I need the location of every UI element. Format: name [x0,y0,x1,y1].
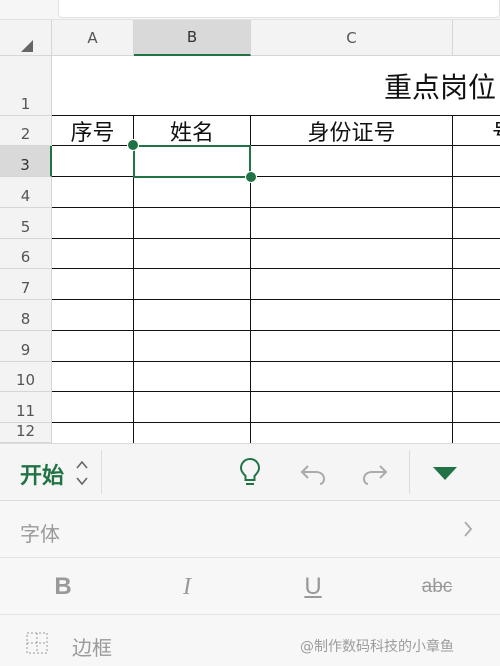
row-header-1[interactable]: 1 [0,56,52,116]
font-row[interactable] [0,501,500,558]
cell-a4[interactable] [52,177,134,208]
bold-button[interactable]: B [38,570,88,604]
title-cell[interactable]: 重点岗位 [52,56,500,116]
toolbar-divider [101,450,102,494]
cell-b4[interactable] [134,177,251,208]
cell-c12[interactable] [251,423,453,443]
cell-c3[interactable] [251,146,453,177]
cell-a5[interactable] [52,208,134,239]
column-header-d[interactable] [453,20,500,56]
row-header-5[interactable]: 5 [0,208,52,239]
collapse-panel-icon[interactable] [430,464,460,482]
cell-d6[interactable] [453,239,500,269]
cell-a2[interactable]: 序号 [52,116,134,146]
row-header-12[interactable]: 12 [0,423,52,443]
column-header-b[interactable]: B [134,20,251,56]
cell-a3[interactable] [52,146,134,177]
row-header-3[interactable]: 3 [0,146,52,177]
cell-a11[interactable] [52,392,134,423]
cell-c11[interactable] [251,392,453,423]
toolbar-divider [409,450,410,494]
row-header-11[interactable]: 11 [0,392,52,423]
selected-cell-b3[interactable] [133,145,251,178]
row-header-9[interactable]: 9 [0,331,52,362]
ribbon-tab-selector[interactable]: 开始 [20,458,64,490]
cell-d3[interactable] [453,146,500,177]
column-header-c[interactable]: C [251,20,453,56]
font-section-label: 字体 [20,522,60,546]
cell-d2[interactable]: 号 [453,116,500,146]
undo-icon[interactable] [298,458,328,486]
italic-button[interactable]: I [162,570,212,604]
cell-b11[interactable] [134,392,251,423]
cell-a10[interactable] [52,362,134,392]
cell-b7[interactable] [134,269,251,300]
cell-b12[interactable] [134,423,251,443]
cell-b8[interactable] [134,300,251,331]
cell-d10[interactable] [453,362,500,392]
cell-a8[interactable] [52,300,134,331]
cell-c10[interactable] [251,362,453,392]
row-header-6[interactable]: 6 [0,239,52,269]
row-header-4[interactable]: 4 [0,177,52,208]
cell-d9[interactable] [453,331,500,362]
cell-d8[interactable] [453,300,500,331]
row-header-10[interactable]: 10 [0,362,52,392]
cell-a12[interactable] [52,423,134,443]
border-section-label: 边框 [72,636,112,660]
underline-button[interactable]: U [288,570,338,604]
cell-d7[interactable] [453,269,500,300]
chevron-right-icon[interactable] [460,518,476,540]
tab-switch-chevron-icon[interactable] [74,458,90,488]
row-header-8[interactable]: 8 [0,300,52,331]
cell-d4[interactable] [453,177,500,208]
cell-b6[interactable] [134,239,251,269]
select-all-triangle-icon [21,40,33,52]
selection-handle-bottom-right[interactable] [245,171,257,183]
cell-c7[interactable] [251,269,453,300]
cell-c2[interactable]: 身份证号 [251,116,453,146]
cell-d11[interactable] [453,392,500,423]
row-header-7[interactable]: 7 [0,269,52,300]
cell-a9[interactable] [52,331,134,362]
lightbulb-icon[interactable] [236,456,264,488]
formula-input[interactable] [58,0,500,18]
cell-d5[interactable] [453,208,500,239]
cell-c6[interactable] [251,239,453,269]
watermark-text: @制作数码科技的小章鱼 [300,639,454,655]
cell-a6[interactable] [52,239,134,269]
formula-bar[interactable] [0,0,500,20]
border-grid-icon [26,632,48,654]
cell-b10[interactable] [134,362,251,392]
cell-c9[interactable] [251,331,453,362]
strikethrough-button[interactable]: abc [412,570,462,604]
cell-d12[interactable] [453,423,500,443]
cell-d2-text: 号 [492,116,500,146]
cell-b9[interactable] [134,331,251,362]
redo-icon[interactable] [360,458,390,486]
cell-b5[interactable] [134,208,251,239]
selection-handle-top-left[interactable] [127,139,139,151]
cell-c8[interactable] [251,300,453,331]
cell-c4[interactable] [251,177,453,208]
row-header-2[interactable]: 2 [0,116,52,146]
column-header-a[interactable]: A [52,20,134,56]
select-all-corner[interactable] [0,20,52,56]
cell-b2[interactable]: 姓名 [134,116,251,146]
cell-c5[interactable] [251,208,453,239]
cell-a7[interactable] [52,269,134,300]
